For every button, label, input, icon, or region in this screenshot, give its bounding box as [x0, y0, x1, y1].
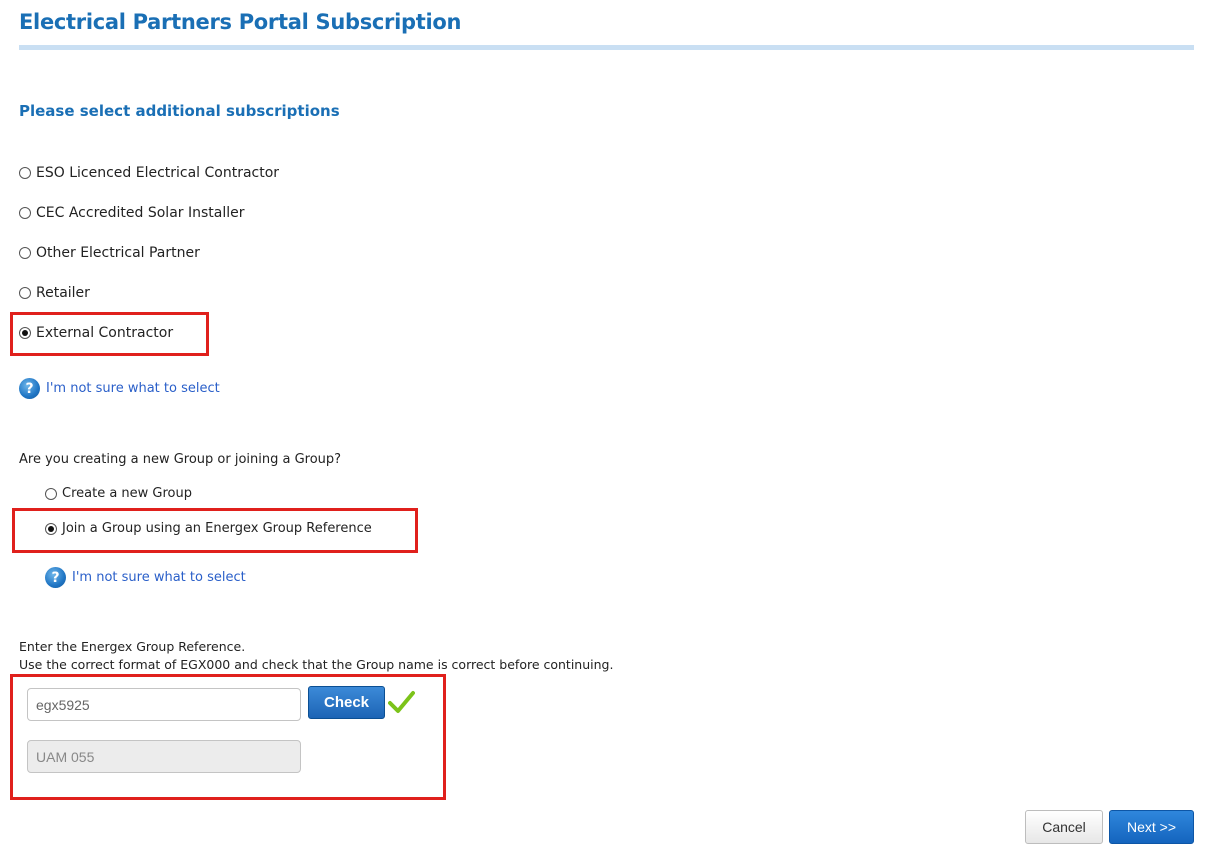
group-help-link[interactable]: ? I'm not sure what to select: [45, 567, 246, 588]
page-title: Electrical Partners Portal Subscription: [19, 10, 462, 34]
radio-button[interactable]: [19, 207, 31, 219]
help-icon: ?: [45, 567, 66, 588]
radio-button[interactable]: [19, 167, 31, 179]
subscription-option-eso[interactable]: ESO Licenced Electrical Contractor: [19, 165, 279, 181]
next-button[interactable]: Next >>: [1109, 810, 1194, 844]
subscription-option-label: CEC Accredited Solar Installer: [36, 205, 245, 221]
subscription-option-label: Other Electrical Partner: [36, 245, 200, 261]
highlight-box-group: [12, 508, 418, 553]
subscription-option-label: Retailer: [36, 285, 90, 301]
subscription-option-other[interactable]: Other Electrical Partner: [19, 245, 200, 261]
cancel-button[interactable]: Cancel: [1025, 810, 1103, 844]
group-option-label: Create a new Group: [62, 486, 193, 501]
instruction-line-2: Use the correct format of EGX000 and che…: [19, 657, 614, 672]
group-question: Are you creating a new Group or joining …: [19, 452, 342, 467]
help-link-label: I'm not sure what to select: [72, 570, 246, 585]
subscription-option-cec[interactable]: CEC Accredited Solar Installer: [19, 205, 245, 221]
subscription-help-link[interactable]: ? I'm not sure what to select: [19, 378, 220, 399]
radio-button[interactable]: [45, 487, 57, 500]
radio-button[interactable]: [19, 287, 31, 299]
subscriptions-heading: Please select additional subscriptions: [19, 102, 340, 120]
instruction-line-1: Enter the Energex Group Reference.: [19, 639, 246, 654]
reference-instructions: Enter the Energex Group Reference. Use t…: [19, 638, 613, 674]
subscription-option-label: ESO Licenced Electrical Contractor: [36, 165, 280, 181]
subscription-option-retailer[interactable]: Retailer: [19, 285, 90, 301]
title-divider: [19, 45, 1194, 50]
group-option-create[interactable]: Create a new Group: [45, 486, 192, 501]
help-link-label: I'm not sure what to select: [46, 381, 220, 396]
help-icon: ?: [19, 378, 40, 399]
radio-button[interactable]: [19, 247, 31, 259]
highlight-box-reference: [10, 674, 446, 800]
highlight-box-subscription: [10, 312, 209, 356]
